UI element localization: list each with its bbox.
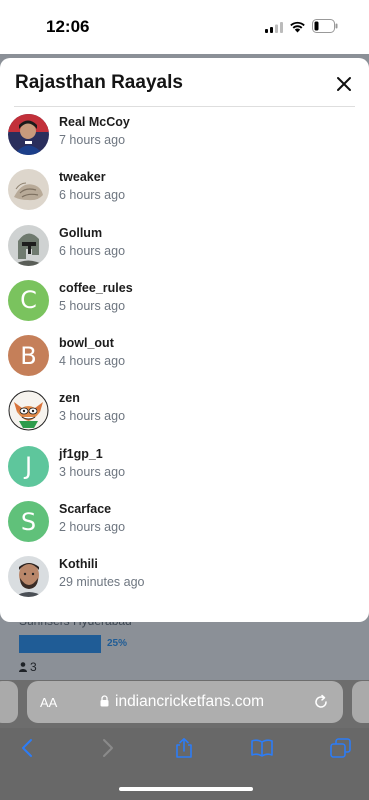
status-time: 12:06 [46,17,90,36]
bookmarks-icon[interactable] [251,738,273,758]
time-ago: 4 hours ago [59,354,126,369]
time-ago: 5 hours ago [59,298,126,313]
battery-icon [312,19,338,33]
modal-title: Rajasthan Raayals [15,72,183,93]
hands-avatar-icon [8,169,49,211]
username: Kothili [59,557,98,572]
list-item[interactable]: S Scarface 2 hours ago [0,496,369,551]
time-ago: 6 hours ago [59,243,126,258]
back-icon[interactable] [17,738,39,758]
voter-list: Real McCoy 7 hours ago tweaker 6 hours a… [0,109,369,607]
close-button[interactable] [332,72,356,96]
home-indicator [119,787,253,791]
reader-aa-button[interactable]: AA [40,695,57,710]
vote-percent: 25% [107,638,128,649]
list-item[interactable]: tweaker 6 hours ago [0,164,369,219]
vote-progress-bar [19,635,101,653]
letter-avatar: J [8,445,49,487]
cellular-signal-icon [265,22,283,33]
time-ago: 7 hours ago [59,133,126,147]
username: Real McCoy [59,115,130,129]
username: Scarface [59,502,112,517]
cartoon-fox-avatar-icon [8,390,49,432]
list-item[interactable]: Kothili 29 minutes ago [0,551,369,606]
list-item[interactable]: Gollum 6 hours ago [0,220,369,275]
list-item[interactable]: Real McCoy 7 hours ago [0,109,369,164]
username: tweaker [59,170,106,185]
letter-avatar: S [8,501,49,543]
username: bowl_out [59,336,114,351]
reload-icon[interactable] [313,694,329,710]
avatar-letter: B [20,341,37,370]
username: Gollum [59,225,103,240]
lock-icon [100,695,109,707]
forward-icon[interactable] [96,738,118,758]
wifi-icon [290,21,305,33]
previous-tab-pill[interactable] [0,681,18,723]
voters-modal: Rajasthan Raayals Real McCoy 7 hours ago [0,58,369,622]
share-icon[interactable] [173,738,195,758]
username: coffee_rules [59,280,133,295]
tabs-icon[interactable] [330,738,352,758]
avatar-letter: S [20,507,37,536]
voter-count: 3 [19,660,37,674]
time-ago: 6 hours ago [59,188,126,203]
username: jf1gp_1 [59,446,103,461]
face-avatar-icon [8,556,49,598]
letter-avatar: C [8,279,49,321]
time-ago: 29 minutes ago [59,575,145,590]
time-ago: 3 hours ago [59,464,126,479]
status-bar: 12:06 [0,0,369,54]
list-item[interactable]: B bowl_out 4 hours ago [0,330,369,385]
divider [14,106,355,107]
voter-count-value: 3 [30,660,37,674]
letter-avatar: B [8,335,49,377]
list-item[interactable]: C coffee_rules 5 hours ago [0,275,369,330]
avatar-letter: C [20,286,37,315]
next-tab-pill[interactable] [352,681,369,723]
person-icon [19,662,27,672]
helmet-avatar-icon [8,224,49,266]
time-ago: 3 hours ago [59,409,126,424]
time-ago: 2 hours ago [59,520,126,535]
close-icon [337,77,351,91]
cricketer-avatar-icon [8,114,49,155]
list-item[interactable]: J jf1gp_1 3 hours ago [0,441,369,496]
url-text[interactable]: indiancricketfans.com [115,693,264,711]
username: zen [59,391,80,406]
list-item[interactable]: zen 3 hours ago [0,385,369,440]
avatar-letter: J [24,452,33,481]
